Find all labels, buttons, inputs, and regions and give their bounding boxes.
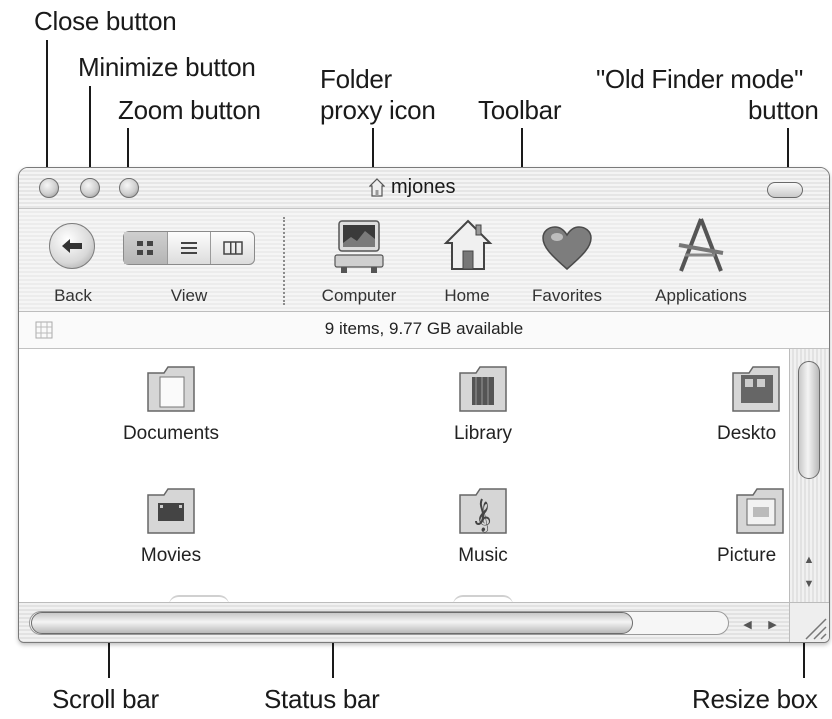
documents-folder-icon bbox=[147, 366, 195, 412]
folder-proxy-icon[interactable] bbox=[368, 177, 386, 198]
item-label: Library bbox=[453, 423, 513, 444]
scroll-right-arrow-icon[interactable]: ▶ bbox=[768, 618, 776, 631]
list-view-button[interactable] bbox=[168, 232, 212, 264]
finder-window: mjones Back View Computer Home Favorites… bbox=[18, 167, 830, 643]
toolbar-callout: Toolbar bbox=[478, 95, 562, 125]
folder-item-desktop[interactable]: Deskto bbox=[717, 359, 789, 445]
column-view-icon bbox=[222, 241, 243, 255]
home-icon bbox=[443, 219, 493, 270]
scroll-down-arrow-icon[interactable]: ▼ bbox=[794, 573, 824, 595]
back-button[interactable] bbox=[49, 223, 95, 269]
column-view-button[interactable] bbox=[211, 232, 254, 264]
minimize-leader-line bbox=[89, 86, 91, 180]
close-button-callout: Close button bbox=[34, 6, 177, 36]
favorites-label: Favorites bbox=[532, 286, 602, 305]
resize-grip-icon bbox=[805, 618, 827, 640]
file-browser-content: Documents Library Deskto Movies 𝄞 Music … bbox=[19, 349, 789, 602]
desktop-folder-icon bbox=[732, 366, 780, 412]
title-bar[interactable]: mjones bbox=[19, 168, 829, 209]
applications-icon bbox=[678, 218, 724, 272]
list-view-icon bbox=[181, 242, 197, 254]
pictures-folder-icon bbox=[736, 488, 784, 534]
status-text: 9 items, 9.77 GB available bbox=[324, 319, 524, 338]
icon-view-icon bbox=[137, 241, 154, 255]
back-label: Back bbox=[54, 286, 92, 305]
zoom-button-callout: Zoom button bbox=[118, 95, 261, 125]
favorites-toolbar-item[interactable]: Favorites bbox=[515, 209, 619, 309]
item-label: Documents bbox=[122, 423, 220, 444]
scroll-bar-callout: Scroll bar bbox=[52, 684, 159, 714]
old-finder-mode-button[interactable] bbox=[767, 182, 803, 198]
home-toolbar-item[interactable]: Home bbox=[427, 209, 507, 309]
applications-label: Applications bbox=[655, 286, 747, 305]
zoom-button[interactable] bbox=[119, 178, 139, 198]
view-label: View bbox=[170, 286, 208, 305]
computer-icon bbox=[334, 220, 384, 273]
resize-box-callout: Resize box bbox=[692, 684, 818, 714]
item-label: Music bbox=[458, 545, 508, 566]
horizontal-scroll-thumb[interactable] bbox=[31, 612, 633, 634]
status-bar-callout: Status bar bbox=[264, 684, 380, 714]
library-folder-icon bbox=[459, 366, 507, 412]
toolbar-separator bbox=[283, 217, 285, 305]
applications-toolbar-item[interactable]: Applications bbox=[631, 209, 771, 309]
folder-proxy-callout-line2: proxy icon bbox=[320, 95, 436, 125]
folder-item-documents[interactable]: Documents bbox=[101, 359, 241, 445]
item-label: Movies bbox=[140, 545, 202, 566]
old-finder-callout-line2: button bbox=[748, 95, 819, 125]
folder-item-music[interactable]: 𝄞 Music bbox=[413, 481, 553, 567]
scroll-up-arrow-icon[interactable]: ▲ bbox=[794, 549, 824, 571]
computer-toolbar-item[interactable]: Computer bbox=[309, 209, 409, 309]
window-title: mjones bbox=[368, 176, 456, 199]
vertical-scroll-bar[interactable]: ▲ ▼ bbox=[789, 349, 829, 602]
horizontal-scroll-bar[interactable]: ◀ ▶ bbox=[19, 602, 789, 642]
folder-item-movies[interactable]: Movies bbox=[101, 481, 241, 567]
old-finder-callout-line1: "Old Finder mode" bbox=[596, 64, 804, 94]
home-label: Home bbox=[444, 286, 490, 305]
item-label: Deskto bbox=[717, 423, 777, 444]
music-folder-icon: 𝄞 bbox=[459, 488, 507, 534]
resize-box[interactable] bbox=[789, 602, 829, 642]
view-segmented-control bbox=[123, 231, 255, 265]
partial-row-hint bbox=[453, 595, 513, 602]
partial-row-hint bbox=[169, 595, 229, 602]
icon-view-button[interactable] bbox=[124, 232, 168, 264]
folder-item-pictures[interactable]: Picture bbox=[717, 481, 789, 567]
scroll-left-arrow-icon[interactable]: ◀ bbox=[743, 618, 751, 631]
item-label: Picture bbox=[717, 545, 777, 566]
vertical-scroll-thumb[interactable] bbox=[798, 361, 820, 479]
folder-proxy-callout-line1: Folder bbox=[320, 64, 392, 94]
computer-label: Computer bbox=[321, 286, 397, 305]
movies-folder-icon bbox=[147, 488, 195, 534]
back-arrow-icon bbox=[62, 239, 82, 253]
minimize-button[interactable] bbox=[80, 178, 100, 198]
horizontal-scroll-arrows: ◀ ▶ bbox=[735, 615, 785, 633]
folder-item-library[interactable]: Library bbox=[413, 359, 553, 445]
favorites-heart-icon bbox=[542, 226, 592, 270]
status-bar: 9 items, 9.77 GB available bbox=[19, 312, 829, 349]
close-leader-line bbox=[46, 40, 48, 180]
toolbar: Back View Computer Home Favorites Applic… bbox=[19, 209, 829, 312]
close-button[interactable] bbox=[39, 178, 59, 198]
minimize-button-callout: Minimize button bbox=[78, 52, 256, 82]
window-title-text: mjones bbox=[391, 176, 456, 198]
